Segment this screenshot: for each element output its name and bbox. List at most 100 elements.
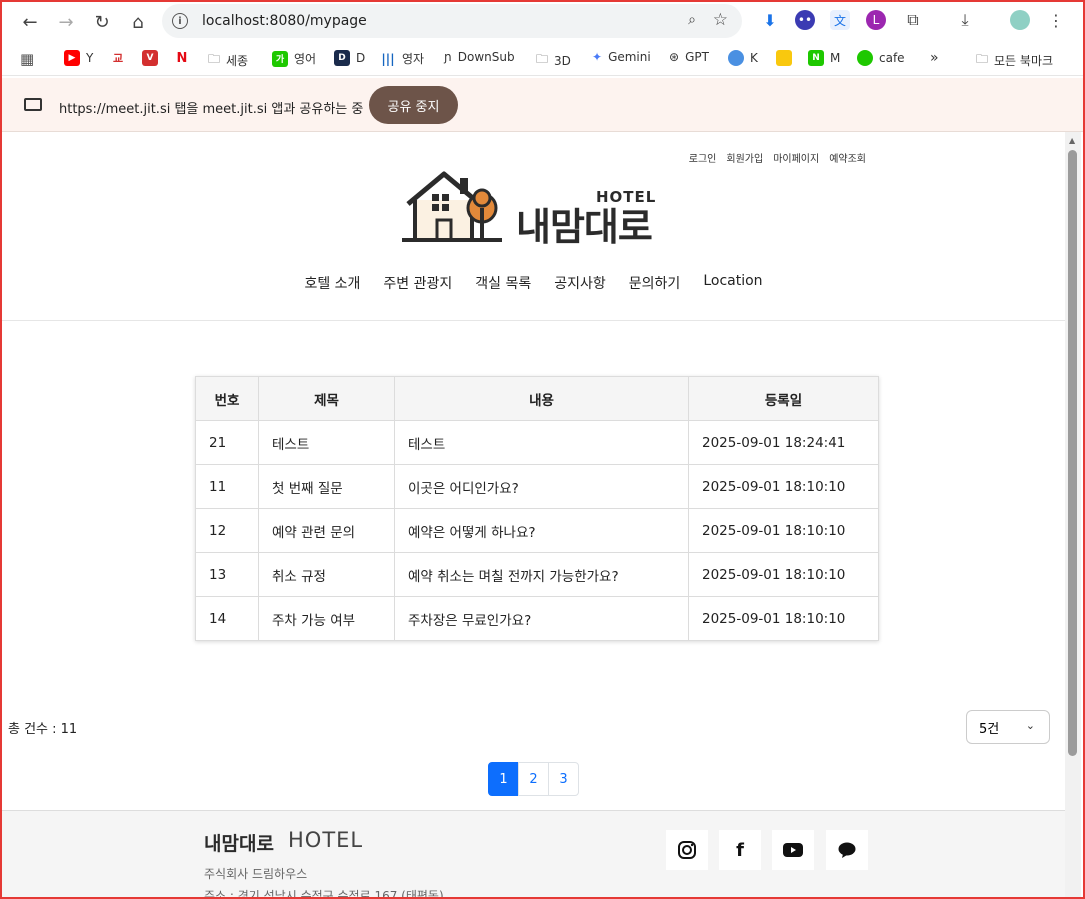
cell-content: 주차장은 무료인가요? (394, 596, 689, 641)
face-extension-icon[interactable]: •• (795, 10, 815, 30)
nav-hotel-intro[interactable]: 호텔 소개 (304, 273, 360, 293)
bookmark-red-1[interactable]: 교 (110, 50, 132, 66)
cell-content: 예약 취소는 며칠 전까지 가능한가요? (394, 552, 689, 597)
cell-title[interactable]: 첫 번째 질문 (258, 464, 395, 509)
extensions-puzzle-icon[interactable]: ⧉ (903, 10, 923, 30)
folder-icon: 🗀 (536, 52, 549, 66)
gemini-icon: ✦ (592, 50, 603, 64)
downsub-icon: ɲ (444, 50, 452, 64)
total-count: 총 건수 : 11 (8, 722, 78, 737)
nav-notices[interactable]: 공지사항 (554, 273, 606, 293)
forward-icon[interactable]: → (48, 4, 84, 40)
bookmark-downsub[interactable]: ɲ DownSub (444, 50, 515, 64)
back-icon[interactable]: ← (12, 4, 48, 40)
apps-grid-icon[interactable]: ▦ (20, 50, 34, 68)
cell-number: 13 (195, 552, 259, 597)
bookmark-k[interactable]: K (728, 50, 758, 66)
cell-number: 12 (195, 508, 259, 553)
home-icon[interactable]: ⌂ (120, 4, 156, 40)
bars-icon: ||| (380, 50, 396, 67)
nav-location[interactable]: Location (703, 273, 762, 293)
purple-extension-icon[interactable]: L (866, 10, 886, 30)
page-button-1[interactable]: 1 (488, 762, 519, 796)
page-scrollbar[interactable]: ▲ (1065, 132, 1081, 897)
cell-title[interactable]: 주차 가능 여부 (258, 596, 395, 641)
cell-date: 2025-09-01 18:10:10 (688, 464, 879, 509)
bookmark-star-icon[interactable]: ☆ (713, 10, 728, 30)
address-bar[interactable]: i localhost:8080/mypage ⌕ ☆ (162, 4, 742, 38)
scrollbar-thumb[interactable] (1068, 150, 1077, 756)
table-row[interactable]: 21 테스트 테스트 2025-09-01 18:24:41 (195, 420, 879, 465)
bookmark-youtube[interactable]: ▶ Y (64, 50, 93, 66)
zoom-icon[interactable]: ⌕ (688, 12, 696, 28)
table-row[interactable]: 11 첫 번째 질문 이곳은 어디인가요? 2025-09-01 18:10:1… (195, 464, 879, 509)
scroll-up-icon[interactable]: ▲ (1069, 136, 1075, 145)
downloads-icon[interactable]: ⤓ (955, 10, 975, 30)
chevron-down-icon: ⌄ (1025, 719, 1035, 732)
signup-link[interactable]: 회원가입 (726, 150, 763, 165)
cell-date: 2025-09-01 18:10:10 (688, 596, 879, 641)
bookmark-naver[interactable]: NM (808, 50, 840, 66)
page-button-3[interactable]: 3 (548, 762, 579, 796)
footer-brand-name: 내맘대로 (204, 833, 274, 855)
netflix-icon: N (174, 50, 190, 66)
d-icon: D (334, 50, 350, 66)
main-navigation: 호텔 소개 주변 관광지 객실 목록 공지사항 문의하기 Location (2, 273, 1065, 293)
profile-avatar[interactable] (1010, 10, 1030, 30)
bookmark-red-2[interactable]: V (142, 50, 164, 66)
nav-inquiry[interactable]: 문의하기 (629, 273, 681, 293)
bookmark-netflix[interactable]: N (174, 50, 196, 66)
url-text[interactable]: localhost:8080/mypage (202, 13, 367, 29)
bookmark-gemini[interactable]: ✦ Gemini (592, 50, 651, 64)
pagination: 1 2 3 (488, 762, 579, 796)
translate-extension-icon[interactable]: 文 (830, 10, 850, 30)
cell-content: 테스트 (394, 420, 689, 465)
cell-content: 예약은 어떻게 하나요? (394, 508, 689, 553)
cell-title[interactable]: 취소 규정 (258, 552, 395, 597)
download-arrow-extension-icon[interactable]: ⬇ (760, 10, 780, 30)
footer-address: 주소 : 경기 성남시 수정구 수정로 167 (태평동) (204, 889, 444, 897)
nav-rooms[interactable]: 객실 목록 (475, 273, 531, 293)
table-row[interactable]: 12 예약 관련 문의 예약은 어떻게 하나요? 2025-09-01 18:1… (195, 508, 879, 553)
cell-title[interactable]: 테스트 (258, 420, 395, 465)
globe-icon (728, 50, 744, 66)
table-row[interactable]: 14 주차 가능 여부 주차장은 무료인가요? 2025-09-01 18:10… (195, 596, 879, 641)
bookmarks-more[interactable]: » (930, 50, 939, 66)
chat-bubble-icon[interactable] (826, 830, 868, 870)
page-button-2[interactable]: 2 (518, 762, 549, 796)
kebab-menu-icon[interactable]: ⋮ (1046, 10, 1066, 30)
logo-name-text: 내맘대로 (516, 205, 653, 249)
all-bookmarks[interactable]: 🗀 모든 북마크 (976, 50, 1053, 71)
bookmark-gpt[interactable]: ⊛ GPT (669, 50, 709, 64)
cell-number: 14 (195, 596, 259, 641)
house-tree-icon (402, 171, 502, 242)
bookmark-d[interactable]: DD (334, 50, 365, 66)
bookmark-cafe[interactable]: cafe (857, 50, 905, 66)
page-size-select[interactable]: 5건 ⌄ (966, 710, 1050, 744)
table-row[interactable]: 13 취소 규정 예약 취소는 며칠 전까지 가능한가요? 2025-09-01… (195, 552, 879, 597)
hotel-logo[interactable]: HOTEL 내맘대로 (402, 168, 662, 249)
cell-content: 이곳은 어디인가요? (394, 464, 689, 509)
facebook-icon[interactable]: f (719, 830, 761, 870)
site-info-icon[interactable]: i (172, 13, 188, 29)
cell-date: 2025-09-01 18:10:10 (688, 508, 879, 553)
instagram-icon[interactable] (666, 830, 708, 870)
youtube-icon[interactable] (772, 830, 814, 870)
cell-date: 2025-09-01 18:24:41 (688, 420, 879, 465)
reload-icon[interactable]: ↻ (84, 4, 120, 40)
stop-sharing-button[interactable]: 공유 중지 (369, 86, 458, 124)
reservation-lookup-link[interactable]: 예약조회 (829, 150, 866, 165)
tab-sharing-bar: https://meet.jit.si 탭을 meet.jit.si 앱과 공유… (2, 78, 1083, 132)
red-bookmark-icon: 교 (110, 50, 126, 66)
bookmarks-bar: ▦ ▶ Y 교 V N 🗀 세종 가 영어 DD ||| 영자 ɲ DownSub 🗀 3D… (2, 42, 1083, 76)
bookmark-yellow[interactable] (776, 50, 798, 66)
bookmark-folder-sejong[interactable]: 🗀 세종 (208, 50, 248, 71)
mypage-link[interactable]: 마이페이지 (773, 150, 819, 165)
bookmark-youngja[interactable]: ||| 영자 (380, 50, 424, 67)
bookmark-english[interactable]: 가 영어 (272, 50, 316, 67)
cell-title[interactable]: 예약 관련 문의 (258, 508, 395, 553)
column-header-date: 등록일 (688, 376, 879, 421)
nav-attractions[interactable]: 주변 관광지 (383, 273, 452, 293)
bookmark-folder-3d[interactable]: 🗀 3D (536, 50, 571, 71)
login-link[interactable]: 로그인 (689, 150, 717, 165)
